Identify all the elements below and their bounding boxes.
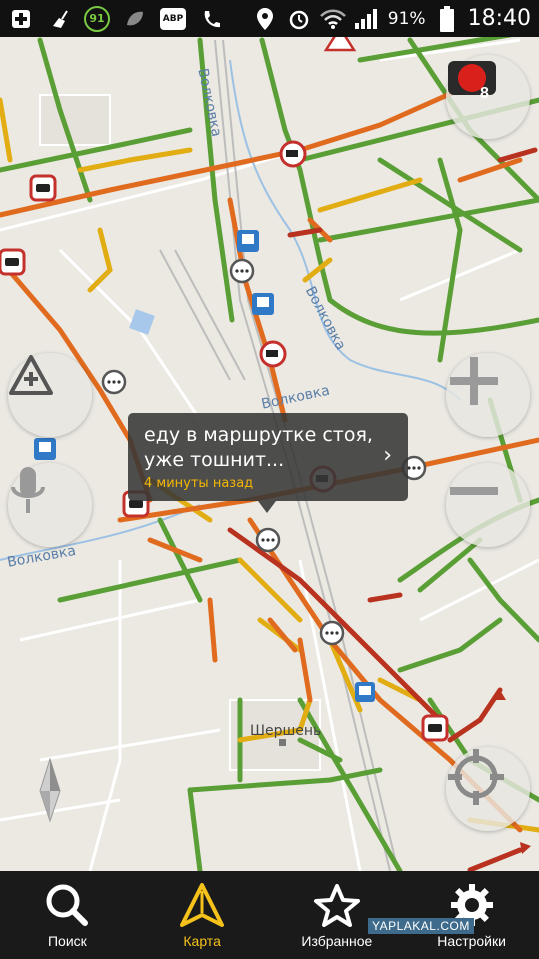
location-pin-icon	[252, 6, 278, 32]
watermark: YAPLAKAL.COM	[368, 918, 474, 934]
star-icon	[313, 884, 360, 927]
chat-message-text: еду в маршрутке стоя, уже тошнит...	[144, 424, 373, 471]
zoom-in-button[interactable]	[446, 353, 530, 437]
traffic-toggle-button[interactable]: 8	[446, 55, 530, 139]
accident-marker[interactable]	[29, 174, 57, 202]
add-road-event-button[interactable]	[8, 353, 92, 437]
nav-search[interactable]: Поиск	[0, 871, 135, 959]
broom-icon	[46, 6, 72, 32]
badge-91-icon: 91	[84, 5, 110, 32]
nav-map[interactable]: Карта	[135, 871, 270, 959]
battery-icon	[434, 5, 460, 32]
battery-percent: 91%	[387, 8, 426, 29]
leaf-icon	[122, 6, 148, 32]
minus-icon	[450, 487, 498, 495]
traffic-score: 8	[480, 85, 489, 102]
zoom-out-button[interactable]	[446, 463, 530, 547]
traffic-light-icon	[448, 61, 496, 95]
camera-marker[interactable]	[259, 340, 287, 368]
status-bar: 91 ABP 91% 18:40	[0, 0, 539, 37]
plus-icon	[8, 6, 34, 32]
alarm-icon	[286, 6, 312, 32]
accident-marker[interactable]	[0, 248, 26, 276]
abp-icon: ABP	[160, 7, 186, 30]
nav-label: Избранное	[301, 933, 373, 949]
train-station-icon	[355, 682, 375, 702]
map-arrow-icon	[180, 883, 225, 927]
camera-marker[interactable]	[279, 140, 307, 168]
voice-search-button[interactable]	[8, 463, 92, 547]
nav-label: Карта	[183, 933, 221, 949]
compass-icon[interactable]	[30, 755, 70, 827]
chat-message-time: 4 минуты назад	[144, 476, 254, 491]
signal-icon	[354, 6, 380, 32]
nav-label: Настройки	[437, 933, 506, 949]
chat-message-bubble[interactable]: еду в маршрутке стоя, уже тошнит... 4 ми…	[128, 413, 408, 513]
chat-marker[interactable]	[101, 369, 127, 395]
wifi-icon	[319, 6, 346, 32]
nav-favorites[interactable]: Избранное	[270, 871, 405, 959]
crosshair-icon	[448, 749, 504, 805]
chat-marker[interactable]	[255, 527, 281, 553]
nav-label: Поиск	[47, 933, 87, 949]
nav-settings[interactable]: Настройки	[404, 871, 539, 959]
accident-marker[interactable]	[421, 714, 449, 742]
bubble-tail	[258, 501, 276, 513]
train-station-icon	[34, 438, 56, 460]
poi-label: Шершень	[250, 723, 322, 739]
chat-marker[interactable]	[229, 258, 255, 284]
phone-icon	[198, 6, 224, 32]
train-station-icon	[252, 293, 274, 315]
plus-icon	[450, 357, 498, 405]
microphone-icon	[11, 467, 45, 513]
bottom-navigation: Поиск Карта Избранное Настройки	[0, 871, 539, 959]
train-station-icon	[237, 230, 259, 252]
poi-dot	[279, 739, 286, 746]
chevron-right-icon: ›	[383, 443, 392, 468]
warning-plus-icon	[9, 355, 53, 395]
my-location-button[interactable]	[446, 747, 530, 831]
chat-marker[interactable]	[319, 620, 345, 646]
clock-time: 18:40	[467, 6, 531, 31]
search-icon	[46, 884, 89, 926]
